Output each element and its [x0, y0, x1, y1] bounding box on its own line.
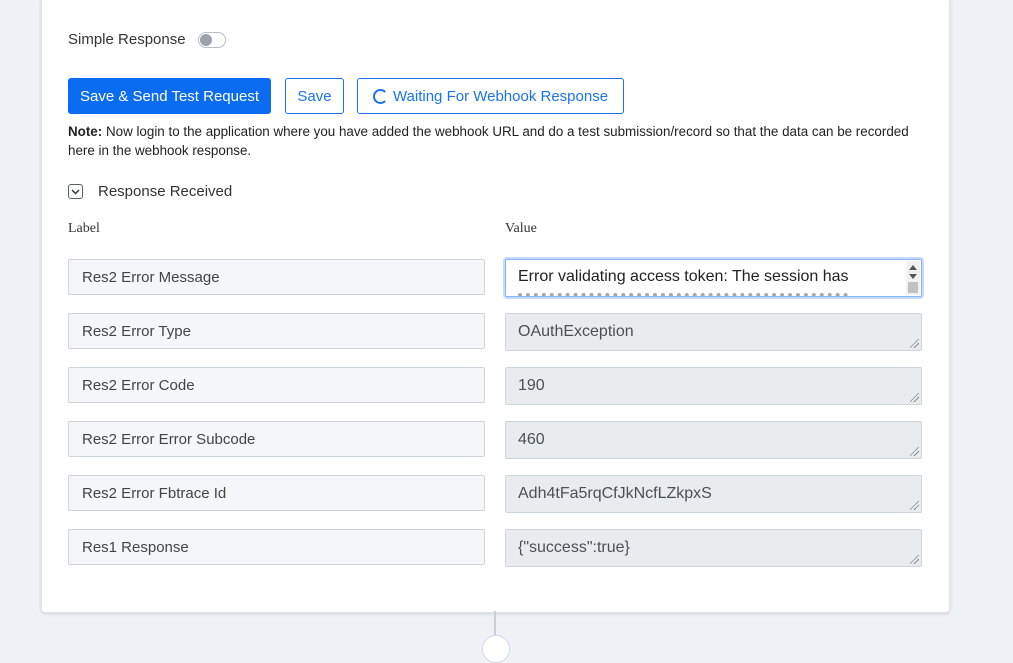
note-prefix: Note:: [68, 124, 103, 139]
resize-grip-icon[interactable]: [910, 555, 919, 564]
field-label[interactable]: Res2 Error Type: [68, 313, 485, 349]
spinner-icon: [372, 88, 388, 104]
field-value-text: {"success":true}: [518, 539, 630, 556]
field-value-textarea[interactable]: 460: [505, 421, 922, 459]
field-value-text: Adh4tFa5rqCfJkNcfLZkpxS: [518, 485, 712, 502]
field-value-textarea[interactable]: 190: [505, 367, 922, 405]
chevron-down-icon[interactable]: [68, 184, 83, 199]
response-received-label: Response Received: [98, 183, 233, 200]
field-row: Res2 Error Message Error validating acce…: [68, 259, 922, 313]
action-buttons: Save & Send Test Request Save Waiting Fo…: [68, 78, 624, 114]
field-label[interactable]: Res1 Response: [68, 529, 485, 565]
label-column-header: Label: [68, 221, 100, 236]
field-value-text: OAuthException: [518, 323, 634, 340]
field-value-textarea[interactable]: OAuthException: [505, 313, 922, 351]
note-body: Now login to the application where you h…: [68, 124, 909, 158]
field-value-text: 460: [518, 431, 545, 448]
resize-grip-icon[interactable]: [910, 339, 919, 348]
resize-grip-icon[interactable]: [910, 393, 919, 402]
scroll-down-icon[interactable]: [909, 274, 917, 279]
field-value-textarea[interactable]: Adh4tFa5rqCfJkNcfLZkpxS: [505, 475, 922, 513]
field-label[interactable]: Res2 Error Fbtrace Id: [68, 475, 485, 511]
textarea-scrollbar[interactable]: [906, 261, 920, 295]
value-column-header: Value: [505, 221, 537, 236]
resize-grip-icon[interactable]: [910, 501, 919, 510]
save-button[interactable]: Save: [285, 78, 344, 114]
field-value-text: 190: [518, 377, 545, 394]
field-row: Res2 Error Type OAuthException: [68, 313, 922, 367]
response-received-toggle[interactable]: Response Received: [68, 183, 232, 200]
field-label[interactable]: Res2 Error Message: [68, 259, 485, 295]
field-value-text: Error validating access token: The sessi…: [518, 268, 849, 285]
field-row: Res2 Error Fbtrace Id Adh4tFa5rqCfJkNcfL…: [68, 475, 922, 529]
field-row: Res2 Error Error Subcode 460: [68, 421, 922, 475]
simple-response-label: Simple Response: [68, 31, 186, 48]
toggle-knob: [199, 33, 212, 46]
scroll-up-icon[interactable]: [909, 265, 917, 270]
resize-grip-icon[interactable]: [910, 447, 919, 456]
note-text: Note: Now login to the application where…: [68, 122, 938, 160]
field-value-textarea[interactable]: Error validating access token: The sessi…: [505, 259, 922, 297]
field-value-textarea[interactable]: {"success":true}: [505, 529, 922, 567]
webhook-response-card: Simple Response Save & Send Test Request…: [41, 0, 950, 613]
field-label[interactable]: Res2 Error Error Subcode: [68, 421, 485, 457]
response-fields: Res2 Error Message Error validating acce…: [68, 259, 922, 583]
waiting-webhook-label: Waiting For Webhook Response: [392, 87, 609, 105]
waiting-webhook-button[interactable]: Waiting For Webhook Response: [357, 78, 624, 114]
simple-response-toggle[interactable]: [197, 31, 226, 48]
add-step-node[interactable]: [482, 635, 510, 663]
save-send-test-button[interactable]: Save & Send Test Request: [68, 78, 271, 114]
overflow-text: [518, 293, 848, 296]
field-row: Res1 Response {"success":true}: [68, 529, 922, 583]
scroll-thumb[interactable]: [908, 282, 918, 293]
field-label[interactable]: Res2 Error Code: [68, 367, 485, 403]
field-row: Res2 Error Code 190: [68, 367, 922, 421]
simple-response-row: Simple Response: [68, 31, 226, 48]
